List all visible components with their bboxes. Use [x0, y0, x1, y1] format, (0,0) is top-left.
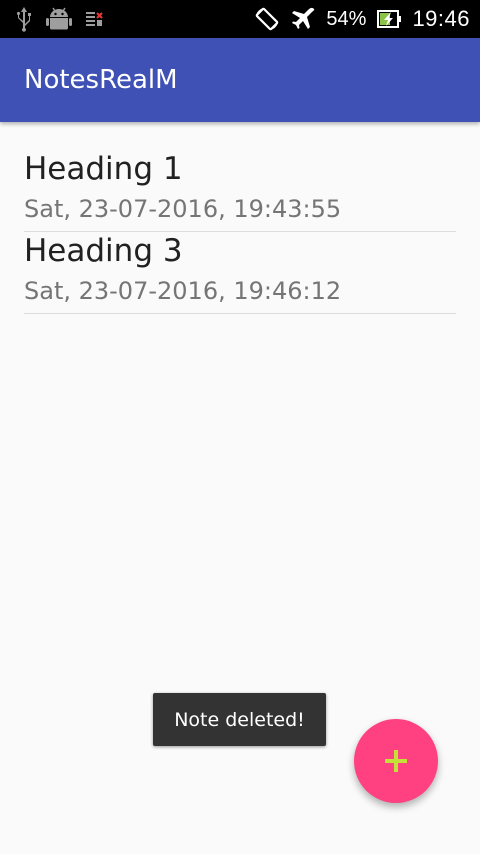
toast: Note deleted! — [153, 693, 326, 746]
note-heading: Heading 3 — [24, 233, 183, 269]
status-bar: 54% 19:46 — [0, 0, 480, 38]
plus-icon — [383, 748, 409, 774]
usb-icon — [14, 6, 34, 32]
note-item[interactable]: Heading 3 Sat, 23-07-2016, 19:46:12 — [24, 232, 456, 314]
android-debug-icon — [46, 6, 72, 32]
app-bar: NotesRealM — [0, 38, 480, 122]
app-title: NotesRealM — [24, 65, 178, 95]
toast-message: Note deleted! — [174, 708, 305, 731]
status-time: 19:46 — [412, 6, 470, 31]
note-item[interactable]: Heading 1 Sat, 23-07-2016, 19:43:55 — [24, 150, 456, 232]
status-bar-notifications — [14, 6, 104, 32]
note-heading: Heading 1 — [24, 151, 183, 187]
note-date: Sat, 23-07-2016, 19:46:12 — [24, 277, 342, 305]
airplane-mode-icon — [290, 6, 316, 32]
note-date: Sat, 23-07-2016, 19:43:55 — [24, 195, 342, 223]
notes-list: Heading 1 Sat, 23-07-2016, 19:43:55 Head… — [24, 150, 456, 314]
screen: 54% 19:46 NotesRealM Heading 1 Sat, 23-0… — [0, 0, 480, 854]
battery-percent: 54% — [326, 7, 367, 30]
sim-icon — [84, 9, 104, 29]
add-note-button[interactable] — [354, 719, 438, 803]
status-bar-system: 54% 19:46 — [254, 0, 470, 38]
battery-charging-icon — [376, 8, 402, 30]
screen-rotation-icon — [254, 6, 280, 32]
